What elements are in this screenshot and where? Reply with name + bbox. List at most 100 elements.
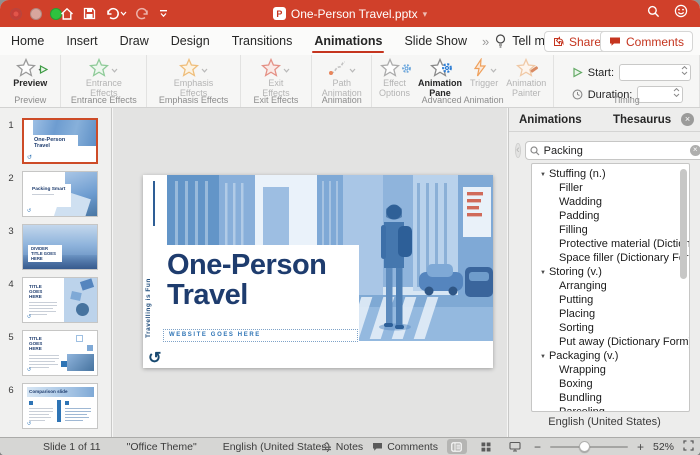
tab-overflow-chevrons-icon[interactable]: »: [482, 34, 489, 49]
slide-thumbnail-2[interactable]: Packing Smart ↺: [22, 171, 98, 217]
slide-website-placeholder[interactable]: WEBSITE GOES HERE: [163, 329, 358, 342]
clear-search-icon[interactable]: ×: [689, 145, 700, 156]
slide-number: 4: [8, 279, 14, 290]
collapse-triangle-icon[interactable]: ▼: [540, 354, 546, 360]
close-pane-icon[interactable]: ×: [681, 113, 694, 126]
collapse-triangle-icon[interactable]: ▼: [540, 270, 546, 276]
slide-accent-line: [153, 181, 155, 226]
slide-title-box[interactable]: One-Person Travel: [162, 245, 359, 342]
pane-tab-thesaurus[interactable]: Thesaurus: [613, 114, 671, 126]
thumb-title: DIVIDER TITLE GOES HERE: [31, 246, 56, 261]
thesaurus-item[interactable]: Parceling: [532, 405, 689, 411]
home-icon[interactable]: [60, 7, 74, 21]
thumb-title: TITLE GOES HERE: [29, 284, 43, 299]
theme-name[interactable]: "Office Theme": [127, 441, 197, 453]
play-icon: [39, 64, 48, 75]
zoom-slider-thumb[interactable]: [578, 441, 590, 452]
slide-thumbnail-4[interactable]: TITLE GOES HERE ↺: [22, 277, 98, 323]
toolbar-options-icon[interactable]: [159, 9, 168, 18]
zoom-percent[interactable]: 52%: [653, 441, 674, 453]
comments-toggle-button[interactable]: Comments: [372, 441, 438, 453]
zoom-out-button[interactable]: −: [534, 440, 541, 454]
fit-to-window-button[interactable]: [683, 439, 694, 454]
thesaurus-search-box[interactable]: ×: [524, 141, 700, 160]
thesaurus-item[interactable]: Sorting: [532, 321, 689, 335]
redo-button[interactable]: [136, 7, 150, 20]
feedback-smiley-icon[interactable]: [674, 4, 688, 23]
tab-insert[interactable]: Insert: [55, 27, 108, 55]
thesaurus-item[interactable]: Protective material (Diction...: [532, 237, 689, 251]
zoom-in-button[interactable]: +: [637, 440, 644, 454]
thumb-title: Comparison slide: [29, 389, 68, 394]
zoom-slider[interactable]: [549, 441, 628, 452]
fit-window-icon: [683, 439, 694, 451]
search-icon: [530, 145, 540, 155]
slide-thumbnail-3[interactable]: DIVIDER TITLE GOES HERE: [22, 224, 98, 270]
thesaurus-section-header[interactable]: ▼ Stuffing (n.): [532, 167, 689, 181]
start-dropdown[interactable]: [619, 64, 692, 81]
title-bar: P One-Person Travel.pptx ▾: [0, 0, 700, 27]
thesaurus-item[interactable]: Filler: [532, 181, 689, 195]
thumb-title: Packing Smart: [32, 187, 66, 192]
language-status[interactable]: English (United States): [223, 441, 330, 453]
slideshow-view-button[interactable]: [505, 439, 525, 454]
thesaurus-item[interactable]: Put away (Dictionary Form): [532, 335, 689, 349]
normal-view-button[interactable]: [446, 439, 467, 454]
slide-number: 3: [8, 226, 14, 237]
thesaurus-language-label[interactable]: English (United States): [509, 416, 700, 428]
undo-button[interactable]: [105, 7, 127, 20]
thesaurus-section-header[interactable]: ▼ Storing (v.): [532, 265, 689, 279]
lightbulb-icon: [496, 33, 506, 48]
slide-editor[interactable]: Travelling is Fun One-Person Travel WEBS…: [143, 175, 493, 368]
slide-sorter-icon: [481, 442, 491, 451]
group-timing: Start: Duration: Timing: [554, 55, 700, 107]
thesaurus-item[interactable]: Wadding: [532, 195, 689, 209]
tab-transitions[interactable]: Transitions: [221, 27, 304, 55]
group-exit-effects: Exit Effects Exit Effects: [241, 55, 312, 107]
tab-home[interactable]: Home: [0, 27, 55, 55]
notes-button[interactable]: Notes: [321, 441, 363, 453]
comments-button[interactable]: Comments: [599, 31, 693, 52]
thesaurus-item[interactable]: Space filler (Dictionary Form): [532, 251, 689, 265]
thesaurus-item[interactable]: Placing: [532, 307, 689, 321]
slide-thumbnail-1[interactable]: One-Person Travel ↺: [22, 118, 98, 164]
pane-tab-animations[interactable]: Animations: [519, 114, 613, 126]
entrance-star-icon: [89, 58, 110, 77]
slide-thumbnail-6[interactable]: Comparison slide ↺: [22, 383, 98, 429]
thesaurus-item[interactable]: Filling: [532, 223, 689, 237]
save-icon[interactable]: [83, 7, 96, 20]
search-icon[interactable]: [647, 5, 660, 23]
slide-sorter-view-button[interactable]: [476, 439, 496, 454]
tab-slide-show[interactable]: Slide Show: [393, 27, 478, 55]
tab-animations[interactable]: Animations: [303, 27, 393, 55]
slide-thumbnail-5[interactable]: TITLE GOES HERE ↺: [22, 330, 98, 376]
chevron-down-icon: [283, 68, 290, 73]
tab-design[interactable]: Design: [160, 27, 221, 55]
thesaurus-section-header[interactable]: ▼ Packaging (v.): [532, 349, 689, 363]
close-window-button[interactable]: [10, 8, 22, 20]
thesaurus-item[interactable]: Wrapping: [532, 363, 689, 377]
thesaurus-search-input[interactable]: [543, 144, 686, 157]
thesaurus-item[interactable]: Putting: [532, 293, 689, 307]
stepper-up-icon: [681, 66, 688, 70]
tab-draw[interactable]: Draw: [109, 27, 160, 55]
stepper-down-icon: [681, 71, 688, 75]
collapse-triangle-icon[interactable]: ▼: [540, 172, 546, 178]
thesaurus-item[interactable]: Padding: [532, 209, 689, 223]
thesaurus-item[interactable]: Arranging: [532, 279, 689, 293]
notes-icon: [321, 441, 331, 450]
ribbon-toolbar: Preview Preview Entrance Effects Entrance…: [0, 55, 700, 108]
minimize-window-button[interactable]: [30, 8, 42, 20]
thesaurus-item[interactable]: Bundling: [532, 391, 689, 405]
thesaurus-scrollbar[interactable]: [680, 169, 687, 279]
chevron-down-icon: [201, 68, 208, 73]
motion-path-icon: [329, 61, 346, 75]
effect-options-star-icon: [380, 58, 400, 77]
thesaurus-back-button[interactable]: ‹: [515, 143, 521, 158]
slide-side-text[interactable]: Travelling is Fun: [145, 243, 152, 338]
slide-number: 6: [8, 385, 14, 396]
thesaurus-item[interactable]: Boxing: [532, 377, 689, 391]
share-icon: [553, 36, 564, 46]
powerpoint-window: P One-Person Travel.pptx ▾ Home Insert D…: [0, 0, 700, 455]
title-chevron-icon[interactable]: ▾: [423, 9, 428, 20]
